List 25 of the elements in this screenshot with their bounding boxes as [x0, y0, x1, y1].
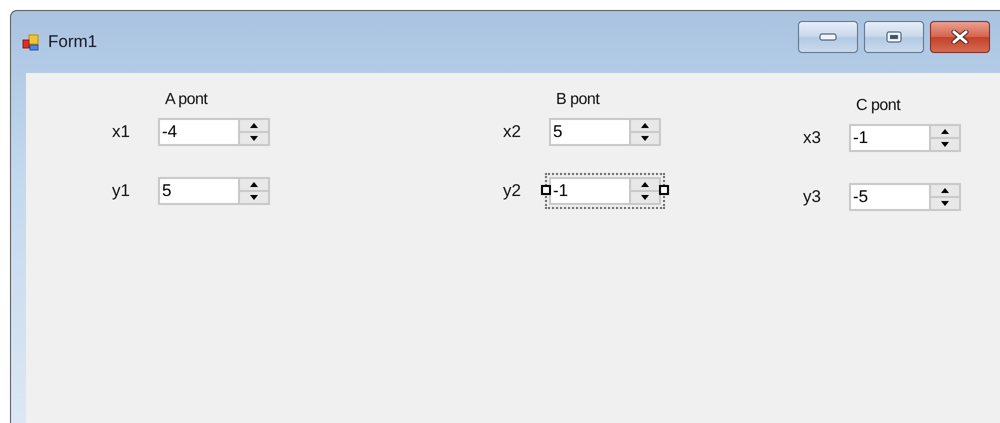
- minimize-button[interactable]: [798, 21, 858, 53]
- number-spinner[interactable]: -5: [849, 183, 961, 211]
- resize-handle[interactable]: [541, 185, 551, 195]
- field-label: y1: [112, 181, 131, 201]
- group-label: C pont: [856, 97, 902, 115]
- number-spinner[interactable]: 5: [158, 177, 270, 205]
- field-label: x1: [112, 122, 131, 142]
- minimize-icon: [819, 33, 837, 41]
- field-label: x3: [803, 128, 822, 148]
- number-spinner[interactable]: -4: [158, 118, 270, 146]
- field-label: y2: [503, 181, 522, 201]
- field-label: x2: [503, 122, 522, 142]
- number-spinner[interactable]: -1: [545, 173, 665, 209]
- resize-handle[interactable]: [659, 185, 669, 195]
- group-label: B pont: [556, 91, 601, 109]
- close-button[interactable]: [930, 21, 990, 53]
- maximize-icon: [886, 31, 902, 43]
- group-label: A pont: [165, 91, 209, 109]
- field-label: y3: [803, 187, 822, 207]
- window-title: Form1: [48, 32, 98, 52]
- number-spinner[interactable]: -1: [849, 124, 961, 152]
- form-icon: [22, 33, 40, 51]
- number-spinner[interactable]: 5: [549, 118, 661, 146]
- close-icon: [951, 30, 969, 44]
- maximize-button[interactable]: [864, 21, 924, 53]
